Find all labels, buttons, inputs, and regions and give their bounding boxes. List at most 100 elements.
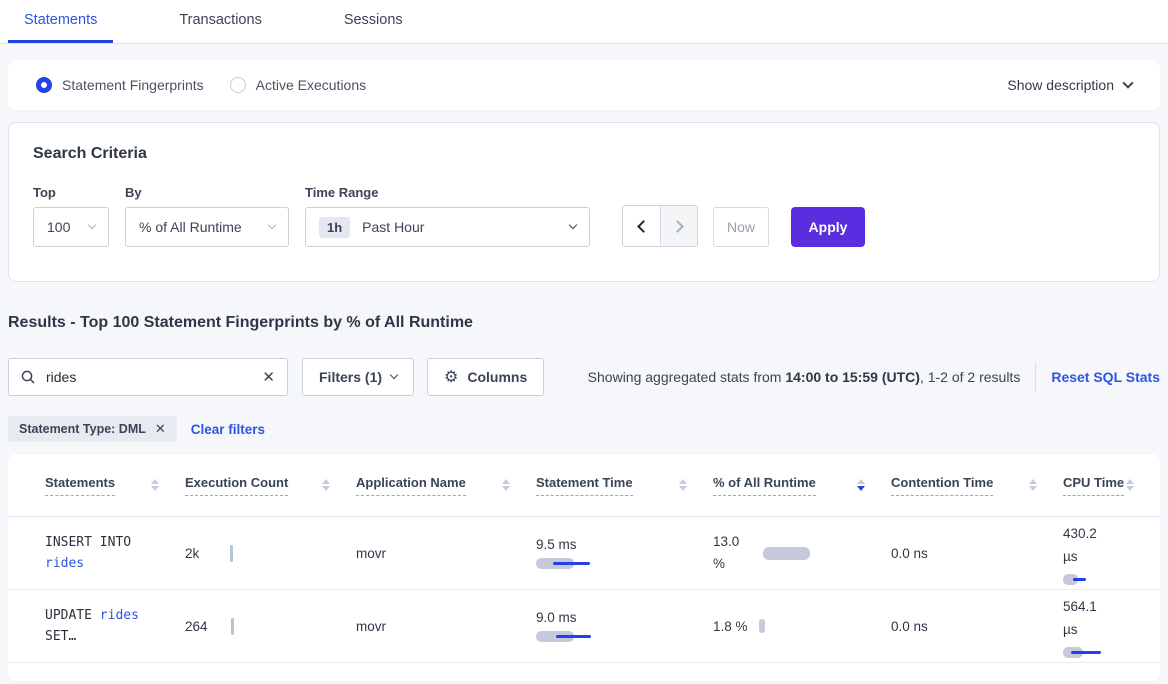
sort-icon[interactable] xyxy=(679,479,687,491)
sql-keyword: INSERT INTO xyxy=(45,535,131,550)
execution-count-cell: 264 xyxy=(185,618,356,635)
radio-active-executions[interactable]: Active Executions xyxy=(230,77,367,93)
chevron-down-icon xyxy=(1122,77,1133,88)
cpu-time-value: 564.1 µs xyxy=(1063,595,1111,641)
execution-count-value: 264 xyxy=(185,619,208,634)
results-controls-row: ✕ Filters (1) ⚙ Columns Showing aggregat… xyxy=(8,358,1160,396)
execution-count-cell: 2k xyxy=(185,545,356,562)
top-select-value: 100 xyxy=(47,219,70,235)
radio-statement-fingerprints[interactable]: Statement Fingerprints xyxy=(36,77,204,93)
search-icon xyxy=(21,370,35,384)
execution-count-value: 2k xyxy=(185,546,199,561)
time-range-label: Time Range xyxy=(305,185,590,200)
statement-fingerprint-cell[interactable]: INSERT INTO rides xyxy=(45,532,185,574)
top-select[interactable]: 100 xyxy=(33,207,109,247)
filter-pill-label: Statement Type: DML xyxy=(19,422,146,436)
time-nav-group xyxy=(622,205,698,247)
column-header-label: Contention Time xyxy=(891,475,993,496)
contention-time-cell: 0.0 ns xyxy=(891,619,1063,634)
column-header-label: CPU Time xyxy=(1063,475,1124,496)
column-header-cpu-time[interactable]: CPU Time xyxy=(1063,475,1160,496)
column-header-statements[interactable]: Statements xyxy=(45,475,185,496)
execution-count-bar xyxy=(230,545,233,562)
radio-label: Active Executions xyxy=(256,77,367,93)
column-header-label: Statements xyxy=(45,475,115,496)
tab-statements[interactable]: Statements xyxy=(8,0,113,43)
reset-sql-stats-link[interactable]: Reset SQL Stats xyxy=(1051,369,1160,385)
filter-pill-statement-type[interactable]: Statement Type: DML ✕ xyxy=(8,416,177,442)
search-input[interactable] xyxy=(44,368,262,386)
tab-transactions[interactable]: Transactions xyxy=(163,0,277,43)
statement-fingerprint-cell[interactable]: UPDATE rides SET… xyxy=(45,605,185,647)
results-summary: Showing aggregated stats from 14:00 to 1… xyxy=(588,369,1021,385)
show-description-toggle[interactable]: Show description xyxy=(1007,77,1132,93)
next-time-button[interactable] xyxy=(660,206,697,246)
column-header-execution-count[interactable]: Execution Count xyxy=(185,475,356,496)
vertical-divider xyxy=(1035,362,1036,392)
remove-filter-icon[interactable]: ✕ xyxy=(155,421,166,437)
contention-time-cell: 0.0 ns xyxy=(891,546,1063,561)
column-header-contention-time[interactable]: Contention Time xyxy=(891,475,1063,496)
sort-icon-active-desc[interactable] xyxy=(857,479,865,491)
sort-icon[interactable] xyxy=(151,479,159,491)
sql-keyword: UPDATE xyxy=(45,608,92,623)
columns-button[interactable]: ⚙ Columns xyxy=(427,358,544,396)
filters-button[interactable]: Filters (1) xyxy=(302,358,414,396)
table-row[interactable]: UPDATE rides SET… 264 movr 9.0 ms 1.8 % … xyxy=(8,590,1160,663)
sort-icon[interactable] xyxy=(1029,479,1037,491)
runtime-pct-cell: 1.8 % xyxy=(713,619,891,634)
previous-time-button[interactable] xyxy=(623,206,660,246)
column-header-statement-time[interactable]: Statement Time xyxy=(536,475,713,496)
statement-time-bar xyxy=(536,558,596,569)
statements-table: Statements Execution Count Application N… xyxy=(8,454,1160,681)
chevron-down-icon xyxy=(390,371,398,379)
tab-sessions[interactable]: Sessions xyxy=(328,0,419,43)
statement-search-box: ✕ xyxy=(8,358,288,396)
clear-search-icon[interactable]: ✕ xyxy=(262,370,275,385)
radio-label: Statement Fingerprints xyxy=(62,77,204,93)
gear-icon: ⚙ xyxy=(444,367,458,387)
columns-label: Columns xyxy=(467,369,527,385)
time-range-select[interactable]: 1h Past Hour xyxy=(305,207,590,247)
table-header-row: Statements Execution Count Application N… xyxy=(8,454,1160,517)
active-filters-row: Statement Type: DML ✕ Clear filters xyxy=(8,416,1160,442)
execution-count-bar xyxy=(231,618,234,635)
sort-icon[interactable] xyxy=(502,479,510,491)
summary-suffix: , 1-2 of 2 results xyxy=(920,369,1020,385)
cpu-time-bar xyxy=(1063,647,1113,658)
column-header-runtime-pct[interactable]: % of All Runtime xyxy=(713,475,891,496)
statement-time-value: 9.5 ms xyxy=(536,537,713,552)
by-select[interactable]: % of All Runtime xyxy=(125,207,289,247)
statement-time-cell: 9.0 ms xyxy=(536,610,713,642)
top-label: Top xyxy=(33,185,109,200)
cpu-time-cell: 430.2 µs xyxy=(1063,522,1160,585)
statement-time-bar xyxy=(536,631,596,642)
chevron-down-icon xyxy=(268,221,276,229)
sql-table-link[interactable]: rides xyxy=(100,608,139,623)
radio-unselected-icon xyxy=(230,77,246,93)
search-criteria-card: Search Criteria Top 100 By % of All Runt… xyxy=(8,122,1160,282)
show-description-label: Show description xyxy=(1007,77,1114,93)
column-header-label: % of All Runtime xyxy=(713,475,816,496)
summary-prefix: Showing aggregated stats from xyxy=(588,369,786,385)
table-row[interactable]: INSERT INTO rides 2k movr 9.5 ms 13.0 % … xyxy=(8,517,1160,590)
time-range-field-group: Time Range 1h Past Hour xyxy=(305,185,590,247)
column-header-application-name[interactable]: Application Name xyxy=(356,475,536,496)
chevron-left-icon xyxy=(637,220,650,233)
now-button[interactable]: Now xyxy=(713,207,769,247)
runtime-pct-value: 13.0 % xyxy=(713,531,749,575)
sql-table-link[interactable]: rides xyxy=(45,556,84,571)
chevron-down-icon xyxy=(569,221,577,229)
cpu-time-bar xyxy=(1063,574,1113,585)
sort-icon[interactable] xyxy=(322,479,330,491)
runtime-pct-bar xyxy=(763,547,810,560)
clear-filters-link[interactable]: Clear filters xyxy=(191,422,265,437)
apply-button[interactable]: Apply xyxy=(791,207,865,247)
by-label: By xyxy=(125,185,289,200)
sort-icon[interactable] xyxy=(1126,479,1134,491)
chevron-right-icon xyxy=(671,220,684,233)
time-range-value: Past Hour xyxy=(362,219,424,235)
column-header-label: Application Name xyxy=(356,475,466,496)
statement-time-cell: 9.5 ms xyxy=(536,537,713,569)
time-range-badge: 1h xyxy=(319,217,350,238)
